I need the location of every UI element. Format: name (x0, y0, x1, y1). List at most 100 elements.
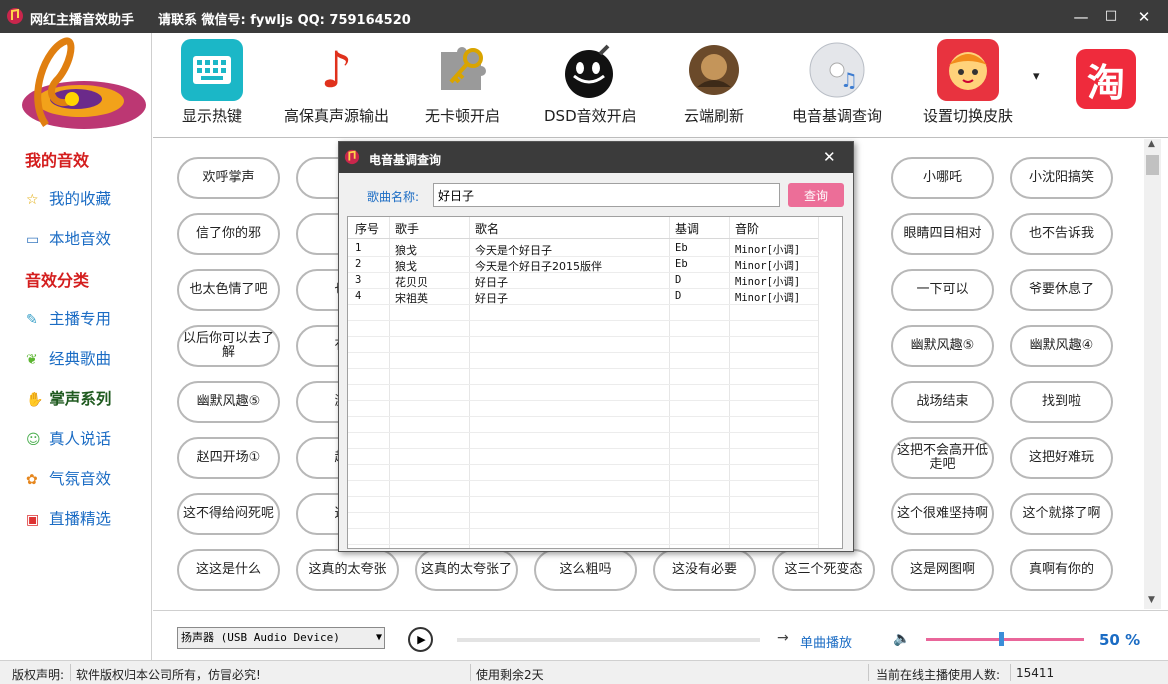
sidebar-item-live-picks[interactable]: ▣ 直播精选 (26, 507, 111, 529)
sound-effect-button[interactable]: 也太色情了吧 (177, 269, 280, 311)
cartoon-face-icon (937, 39, 999, 101)
sound-effect-button[interactable]: 眼睛四目相对 (891, 213, 994, 255)
sound-effect-button[interactable]: 这真的太夸张 (296, 549, 399, 591)
scroll-down-icon[interactable]: ▼ (1148, 595, 1155, 605)
table-row-empty (348, 321, 818, 337)
sidebar-item-applause[interactable]: ✋ 掌声系列 (26, 387, 111, 409)
status-divider (1010, 664, 1011, 681)
sound-effect-button[interactable]: 找到啦 (1010, 381, 1113, 423)
sound-effect-button[interactable]: 一下可以 (891, 269, 994, 311)
no-lag-button[interactable]: 无卡顿开启 (425, 39, 500, 126)
sidebar-item-classic-songs[interactable]: ❦ 经典歌曲 (26, 347, 111, 369)
leaf-icon: ❦ (26, 352, 38, 368)
maximize-button[interactable]: □ (1101, 8, 1121, 23)
sidebar-item-label: 我的收藏 (48, 190, 111, 208)
dialog-title-bar: 电音基调查询 ✕ (339, 142, 853, 173)
speaker-icon[interactable]: 🔈 (893, 631, 910, 647)
scroll-up-icon[interactable]: ▲ (1148, 139, 1155, 149)
table-row-empty (348, 353, 818, 369)
output-device-select[interactable]: 扬声器 (USB Audio Device) ▼ (177, 627, 385, 649)
sound-effect-button[interactable]: 战场结束 (891, 381, 994, 423)
column-header[interactable]: 歌手 (395, 220, 419, 237)
puzzle-key-icon (432, 39, 494, 101)
table-row[interactable]: 4 宋祖英 好日子 D Minor[小调] (348, 289, 818, 305)
play-button[interactable]: ▶ (408, 627, 433, 652)
volume-slider-track[interactable] (926, 638, 1084, 641)
sound-effect-button[interactable]: 信了你的邪 (177, 213, 280, 255)
show-hotkeys-button[interactable]: 显示热键 (181, 39, 243, 126)
play-mode-arrow-icon: → (777, 630, 789, 646)
sidebar-item-anchor[interactable]: ✎ 主播专用 (26, 307, 111, 329)
sound-effect-button[interactable]: 这个就搽了啊 (1010, 493, 1113, 535)
play-mode-label[interactable]: 单曲播放 (800, 632, 852, 651)
sidebar-item-real-voice[interactable]: ☺ 真人说话 (26, 427, 111, 449)
query-button[interactable]: 查询 (788, 183, 844, 207)
column-header[interactable]: 序号 (355, 220, 379, 237)
sound-effect-button[interactable]: 这不得给闷死呢 (177, 493, 280, 535)
toolbar-label: 云端刷新 (683, 107, 744, 125)
column-header[interactable]: 音阶 (735, 220, 759, 237)
sound-effect-button[interactable]: 这三个死变态 (772, 549, 875, 591)
sound-effect-button[interactable]: 幽默风趣⑤ (891, 325, 994, 367)
sound-effect-button[interactable]: 赵四开场① (177, 437, 280, 479)
hifi-output-button[interactable]: ♪ 高保真声源输出 (284, 39, 389, 126)
sound-effect-button[interactable]: 小哪吒 (891, 157, 994, 199)
column-header[interactable]: 基调 (675, 220, 699, 237)
column-header[interactable]: 歌名 (475, 220, 499, 237)
sound-effect-button[interactable]: 这个很难坚持啊 (891, 493, 994, 535)
sidebar-item-atmosphere[interactable]: ✿ 气氛音效 (26, 467, 111, 489)
sidebar-item-label: 真人说话 (48, 430, 111, 448)
table-header: 序号 歌手 歌名 基调 音阶 (348, 217, 818, 239)
sidebar-item-local[interactable]: ▭ 本地音效 (26, 227, 111, 249)
taobao-button[interactable]: 淘 (1076, 49, 1136, 109)
toolbar-dropdown-arrow[interactable]: ▾ (1033, 69, 1040, 84)
sidebar-item-favorites[interactable]: ☆ 我的收藏 (26, 187, 111, 209)
table-cell: 好日子 (475, 292, 508, 305)
sound-effect-button[interactable]: 这把不会高开低走吧 (891, 437, 994, 479)
sound-effect-button[interactable]: 欢呼掌声 (177, 157, 280, 199)
song-name-input[interactable] (433, 183, 780, 207)
minimize-button[interactable]: — (1071, 8, 1091, 26)
sound-effect-button[interactable]: 也不告诉我 (1010, 213, 1113, 255)
key-query-dialog: 电音基调查询 ✕ 歌曲名称: 查询 序号 歌手 歌名 基调 音阶 1狼戈今天是个… (338, 141, 854, 552)
table-cell: Minor[小调] (735, 276, 801, 288)
cloud-refresh-button[interactable]: 云端刷新 (683, 39, 745, 126)
sound-effect-button[interactable]: 这是网图啊 (891, 549, 994, 591)
table-row-empty (348, 529, 818, 545)
table-row-empty (348, 481, 818, 497)
table-cell: D (675, 274, 682, 286)
sound-effect-button[interactable]: 爷要休息了 (1010, 269, 1113, 311)
sound-effect-button[interactable]: 这么粗吗 (534, 549, 637, 591)
table-cell: Minor[小调] (735, 244, 801, 256)
table-row[interactable]: 2 狼戈 今天是个好日子2015版伴 Eb Minor[小调] (348, 257, 818, 273)
bomb-icon (559, 39, 621, 101)
volume-slider-thumb[interactable] (999, 632, 1004, 646)
close-button[interactable]: ✕ (1134, 8, 1154, 26)
volume-value: 50 % (1099, 631, 1141, 649)
sound-effect-button[interactable]: 这真的太夸张了 (415, 549, 518, 591)
scroll-thumb[interactable] (1146, 155, 1159, 175)
table-cell: 好日子 (475, 276, 508, 289)
table-row-empty (348, 401, 818, 417)
switch-skin-button[interactable]: 设置切换皮肤 (923, 39, 1013, 126)
table-row-empty (348, 433, 818, 449)
sound-effect-button[interactable]: 幽默风趣⑤ (177, 381, 280, 423)
sidebar: 我的音效 ☆ 我的收藏 ▭ 本地音效 音效分类 ✎ 主播专用 ❦ 经典歌曲 ✋ … (0, 33, 152, 660)
table-row[interactable]: 3 花贝贝 好日子 D Minor[小调] (348, 273, 818, 289)
sound-effect-button[interactable]: 以后你可以去了解 (177, 325, 280, 367)
player-bar: 扬声器 (USB Audio Device) ▼ ▶ → 单曲播放 🔈 50 % (153, 610, 1168, 660)
playback-progress-bar[interactable] (457, 638, 760, 642)
dialog-close-button[interactable]: ✕ (823, 148, 836, 166)
vertical-scrollbar[interactable]: ▲ ▼ (1144, 139, 1161, 609)
sound-effect-button[interactable]: 小沈阳搞笑 (1010, 157, 1113, 199)
dsd-audio-button[interactable]: DSD音效开启 (544, 39, 637, 126)
sidebar-item-label: 直播精选 (48, 510, 111, 528)
table-row[interactable]: 1 狼戈 今天是个好日子 Eb Minor[小调] (348, 241, 818, 257)
result-table: 序号 歌手 歌名 基调 音阶 1 狼戈 今天是个好日子 Eb Minor[小调] 2 狼戈今… (347, 216, 843, 549)
sound-effect-button[interactable]: 这这是什么 (177, 549, 280, 591)
sound-effect-button[interactable]: 这把好难玩 (1010, 437, 1113, 479)
key-query-button[interactable]: ♫ 电音基调查询 (792, 39, 882, 126)
sound-effect-button[interactable]: 幽默风趣④ (1010, 325, 1113, 367)
sound-effect-button[interactable]: 这没有必要 (653, 549, 756, 591)
sound-effect-button[interactable]: 真啊有你的 (1010, 549, 1113, 591)
